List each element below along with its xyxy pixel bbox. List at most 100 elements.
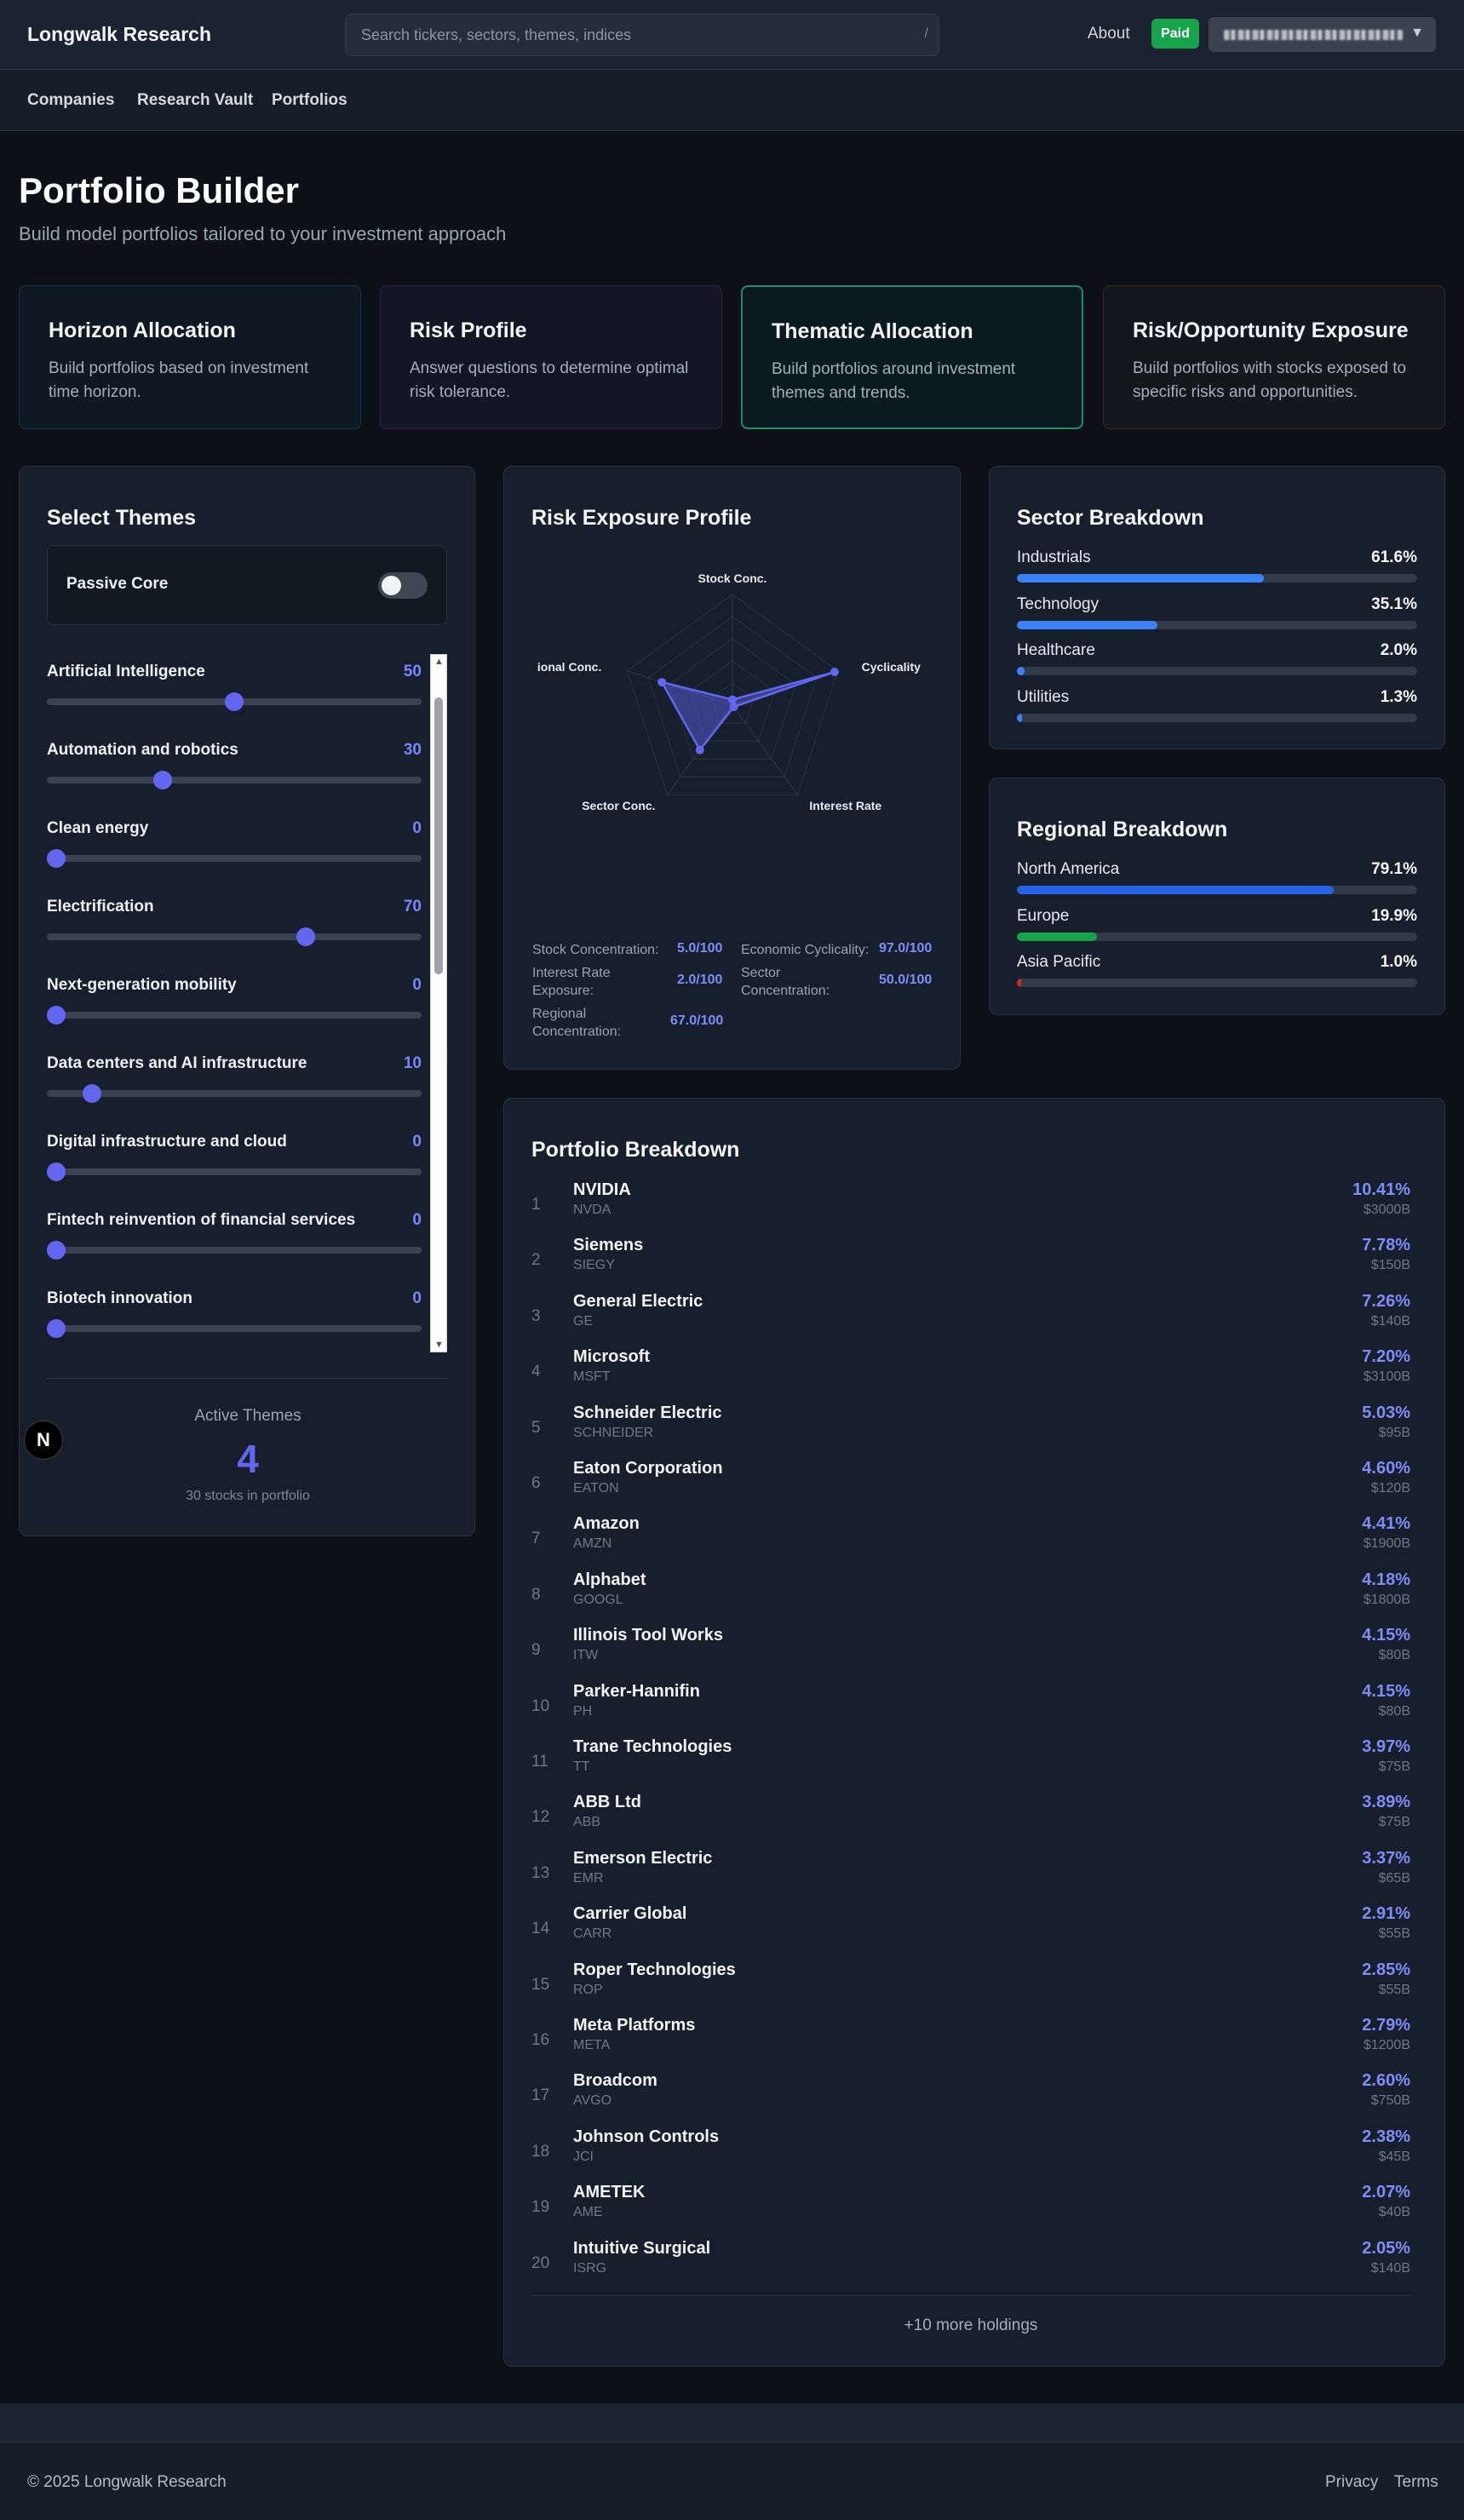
metric-value: 67.0/100 <box>670 1013 724 1028</box>
top-bar: Longwalk Research / About Paid ▼ <box>0 0 1464 70</box>
holding-row[interactable]: 20 Intuitive Surgical ISRG 2.05% $140B <box>531 2239 1410 2294</box>
theme-slider-track[interactable] <box>47 1247 422 1254</box>
mode-card-risk-opportunity-exposure[interactable]: Risk/Opportunity Exposure Build portfoli… <box>1103 285 1445 429</box>
holding-row[interactable]: 5 Schneider Electric SCHNEIDER 5.03% $95B <box>531 1404 1410 1459</box>
nav-companies[interactable]: Companies <box>27 91 114 110</box>
holding-name: Intuitive Surgical <box>573 2238 711 2258</box>
page-subtitle: Build model portfolios tailored to your … <box>19 223 507 244</box>
holding-rank: 4 <box>531 1363 541 1381</box>
theme-slider-thumb[interactable] <box>47 1006 66 1025</box>
breakdown-percent: 61.6% <box>1371 548 1417 566</box>
theme-slider-track[interactable] <box>47 1090 422 1097</box>
holding-weight: 3.89% <box>1362 1793 1410 1812</box>
holding-ticker: ISRG <box>573 2260 607 2276</box>
radar-axis-label: ional Conc. <box>537 660 601 674</box>
account-dropdown[interactable]: ▼ <box>1209 17 1436 52</box>
select-themes-panel: Select Themes Passive Core Artificial In… <box>19 466 475 1536</box>
redacted-account-name <box>1224 30 1403 40</box>
breakdown-bar-track <box>1017 979 1417 987</box>
holding-row[interactable]: 12 ABB Ltd ABB 3.89% $75B <box>531 1793 1410 1848</box>
theme-weight-value: 30 <box>403 741 422 759</box>
holding-row[interactable]: 17 Broadcom AVGO 2.60% $750B <box>531 2071 1410 2127</box>
holding-row[interactable]: 6 Eaton Corporation EATON 4.60% $120B <box>531 1459 1410 1514</box>
theme-slider-track[interactable] <box>47 1325 422 1332</box>
holding-rank: 10 <box>531 1696 550 1715</box>
holding-ticker: META <box>573 2038 611 2052</box>
breakdown-label: Healthcare <box>1017 641 1095 659</box>
holding-row[interactable]: 18 Johnson Controls JCI 2.38% $45B <box>531 2127 1410 2183</box>
holding-row[interactable]: 11 Trane Technologies TT 3.97% $75B <box>531 1737 1410 1793</box>
holding-market-cap: $80B <box>1378 1703 1410 1719</box>
theme-slider-thumb[interactable] <box>153 771 173 789</box>
theme-slider-thumb[interactable] <box>82 1084 101 1103</box>
search-input[interactable] <box>361 14 889 55</box>
passive-core-toggle[interactable] <box>378 572 428 599</box>
toggle-knob <box>382 576 401 595</box>
breakdown-bar-track <box>1017 667 1417 675</box>
breakdown-percent: 1.3% <box>1380 687 1417 706</box>
holding-row[interactable]: 1 NVIDIA NVDA 10.41% $3000B <box>531 1180 1410 1236</box>
theme-slider-track[interactable] <box>47 855 422 862</box>
theme-slider-row: Data centers and AI infrastructure 10 <box>47 1054 422 1133</box>
theme-slider-thumb[interactable] <box>225 692 244 711</box>
about-link[interactable]: About <box>1088 25 1130 43</box>
holding-row[interactable]: 8 Alphabet GOOGL 4.18% $1800B <box>531 1570 1410 1626</box>
terms-link[interactable]: Terms <box>1394 2473 1438 2492</box>
theme-slider-track[interactable] <box>47 777 422 784</box>
mode-card-horizon-allocation[interactable]: Horizon Allocation Build portfolios base… <box>19 285 361 429</box>
metric-value: 2.0/100 <box>677 973 723 987</box>
holding-weight: 4.15% <box>1362 1681 1410 1701</box>
sector-breakdown-panel: Sector Breakdown Industrials 61.6% Technol… <box>989 466 1445 749</box>
holding-row[interactable]: 2 Siemens SIEGY 7.78% $150B <box>531 1236 1410 1291</box>
holding-ticker: SCHNEIDER <box>573 1425 654 1440</box>
holding-rank: 13 <box>531 1863 550 1882</box>
theme-list-scrollbar[interactable]: ▲ ▼ <box>430 654 447 1352</box>
nav-portfolios[interactable]: Portfolios <box>272 91 347 110</box>
theme-name: Electrification <box>47 898 154 916</box>
scroll-down-arrow-icon[interactable]: ▼ <box>434 1340 444 1350</box>
holding-row[interactable]: 4 Microsoft MSFT 7.20% $3100B <box>531 1347 1410 1403</box>
theme-name: Automation and robotics <box>47 741 238 759</box>
holding-row[interactable]: 19 AMETEK AME 2.07% $40B <box>531 2183 1410 2238</box>
privacy-link[interactable]: Privacy <box>1325 2473 1378 2492</box>
holding-name: Schneider Electric <box>573 1403 722 1422</box>
theme-slider-thumb[interactable] <box>47 1162 66 1181</box>
holding-row[interactable]: 16 Meta Platforms META 2.79% $1200B <box>531 2016 1410 2071</box>
search-box[interactable]: / <box>345 14 939 56</box>
brand-logo[interactable]: Longwalk Research <box>27 23 211 46</box>
breakdown-bar-fill <box>1017 620 1157 629</box>
theme-slider-list[interactable]: Artificial Intelligence 50 Automation and … <box>47 654 422 1344</box>
holding-row[interactable]: 15 Roper Technologies ROP 2.85% $55B <box>531 1960 1410 2016</box>
theme-weight-value: 70 <box>403 898 422 916</box>
holding-row[interactable]: 13 Emerson Electric EMR 3.37% $65B <box>531 1849 1410 1904</box>
theme-slider-thumb[interactable] <box>296 927 315 946</box>
mode-card-thematic-allocation[interactable]: Thematic Allocation Build portfolios aro… <box>741 285 1083 429</box>
nav-research-vault[interactable]: Research Vault <box>137 91 253 110</box>
passive-core-label: Passive Core <box>66 575 169 593</box>
breakdown-label: Industrials <box>1017 548 1091 566</box>
holding-row[interactable]: 3 General Electric GE 7.26% $140B <box>531 1292 1410 1347</box>
theme-slider-track[interactable] <box>47 1168 422 1175</box>
theme-slider-thumb[interactable] <box>47 1241 66 1260</box>
mode-card-risk-profile[interactable]: Risk Profile Answer questions to determi… <box>380 285 722 429</box>
more-holdings-link[interactable]: +10 more holdings <box>504 2316 1438 2335</box>
radar-axis-label: Cyclicality <box>862 660 921 674</box>
dev-tools-badge[interactable]: N <box>24 1421 63 1460</box>
scrollbar-thumb[interactable] <box>434 697 443 974</box>
mode-card-title: Risk/Opportunity Exposure <box>1133 319 1409 342</box>
holding-row[interactable]: 9 Illinois Tool Works ITW 4.15% $80B <box>531 1626 1410 1681</box>
holding-row[interactable]: 14 Carrier Global CARR 2.91% $55B <box>531 1904 1410 1960</box>
holding-row[interactable]: 7 Amazon AMZN 4.41% $1900B <box>531 1514 1410 1570</box>
holding-market-cap: $150B <box>1370 1258 1410 1273</box>
theme-slider-track[interactable] <box>47 933 422 940</box>
scroll-up-arrow-icon[interactable]: ▲ <box>434 657 444 667</box>
holding-name: Parker-Hannifin <box>573 1681 700 1701</box>
mode-card-title: Horizon Allocation <box>49 319 236 342</box>
theme-slider-thumb[interactable] <box>47 1319 66 1338</box>
theme-slider-thumb[interactable] <box>47 849 66 868</box>
holding-name: Trane Technologies <box>573 1737 732 1756</box>
theme-weight-value: 0 <box>412 976 422 994</box>
holding-row[interactable]: 10 Parker-Hannifin PH 4.15% $80B <box>531 1682 1410 1737</box>
theme-slider-track[interactable] <box>47 1012 422 1019</box>
holding-rank: 6 <box>531 1474 541 1492</box>
